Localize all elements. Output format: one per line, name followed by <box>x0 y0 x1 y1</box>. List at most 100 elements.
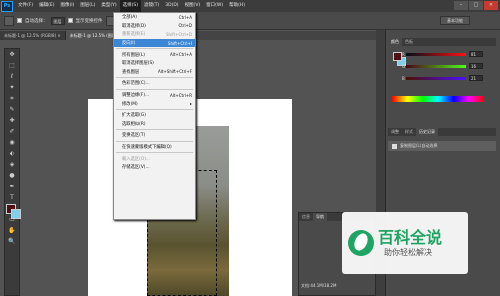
select-menu-item-5[interactable]: 所有图层(L) Alt+Ctrl+A <box>114 50 195 59</box>
menu-item-label: 在快速蒙版模式下编辑(Q) <box>122 145 172 151</box>
menu-3[interactable]: 图层(L) <box>77 0 98 12</box>
watermark-title: 百科全说 <box>378 227 443 247</box>
menu-9[interactable]: 窗口(W) <box>203 0 226 12</box>
color-spectrum[interactable] <box>392 96 484 102</box>
select-menu-item-19[interactable]: 在快速蒙版模式下编辑(Q) <box>114 143 195 152</box>
tab-history[interactable]: 历史记录 <box>416 128 438 136</box>
menu-item-label: 扩大选取(G) <box>122 113 146 119</box>
maximize-button[interactable]: □ <box>469 1 483 10</box>
watermark: 百科全说 助你轻松解决 <box>342 212 468 274</box>
tool-16-icon[interactable]: ✋ <box>5 225 19 236</box>
tab-info[interactable]: 信息 <box>299 213 313 221</box>
menu-item-label: 调整边缘(F)... <box>122 93 150 99</box>
tool-17-icon[interactable]: 🔍 <box>5 236 19 247</box>
tool-7-icon[interactable]: ✐ <box>5 126 19 137</box>
tab-color[interactable]: 颜色 <box>388 38 402 46</box>
workspace-switcher[interactable]: 基本功能 <box>440 16 470 25</box>
tool-13-icon[interactable]: T <box>5 192 19 203</box>
channel-g-value[interactable]: 16 <box>469 63 483 69</box>
tab-navigator[interactable]: 导航 <box>313 213 327 221</box>
menu-10[interactable]: 帮助(H) <box>226 0 248 12</box>
select-menu-item-17[interactable]: 变换选区(T) <box>114 131 195 140</box>
menu-item-label: 全部(A) <box>122 15 137 21</box>
menu-separator <box>116 88 193 90</box>
document-size-readout: 文档:44.1M/38.2M <box>301 283 337 288</box>
select-menu-item-21: 载入选区(O)... <box>114 154 195 163</box>
menu-item-shortcut: Shift+Ctrl+D <box>166 31 192 37</box>
auto-select-dropdown[interactable]: 图层 <box>50 16 65 25</box>
select-menu-item-14[interactable]: 扩大选取(G) <box>114 111 195 120</box>
menu-separator <box>116 48 193 50</box>
select-menu-item-0[interactable]: 全部(A) Ctrl+A <box>114 13 195 22</box>
channel-b-value[interactable]: 21 <box>469 75 483 81</box>
tab-styles[interactable]: 样式 <box>402 128 416 136</box>
select-menu-item-1[interactable]: 取消选择(D) Ctrl+D <box>114 22 195 31</box>
menu-item-label: 色彩范围(C)... <box>122 81 150 87</box>
auto-select-label: 自动选择： <box>25 18 48 24</box>
menu-separator <box>116 140 193 142</box>
tab-swatches[interactable]: 色板 <box>402 38 416 46</box>
select-menu-item-6[interactable]: 取消选择图层(S) <box>114 59 195 68</box>
menu-separator <box>116 152 193 154</box>
show-transform-checkbox[interactable] <box>67 18 73 23</box>
background-color-swatch[interactable] <box>11 209 21 219</box>
menu-item-shortcut: Ctrl+A <box>178 14 192 20</box>
menu-item-shortcut: Alt+Ctrl+A <box>170 52 192 58</box>
select-menu-dropdown: 全部(A) Ctrl+A 取消选择(D) Ctrl+D 重新选择(E) Shift+Ctr… <box>113 12 196 220</box>
menu-7[interactable]: 3D(D) <box>162 0 181 12</box>
menu-1[interactable]: 编辑(E) <box>36 0 57 12</box>
tool-12-icon[interactable]: ✒ <box>5 181 19 192</box>
auto-select-checkbox[interactable] <box>17 18 22 23</box>
tool-4-icon[interactable]: ⌗ <box>5 93 19 104</box>
tool-0-icon[interactable]: ✥ <box>5 49 19 60</box>
minimize-button[interactable]: – <box>454 1 468 10</box>
tool-10-icon[interactable]: ◈ <box>5 159 19 170</box>
select-menu-item-3[interactable]: 反向(I) Shift+Ctrl+I <box>114 38 195 48</box>
menu-item-label: 选取相似(R) <box>122 121 146 127</box>
select-menu-item-15[interactable]: 选取相似(R) <box>114 120 195 129</box>
select-menu-item-9[interactable]: 色彩范围(C)... <box>114 79 195 88</box>
channel-b-label: B <box>402 76 405 81</box>
menu-item-shortcut: Alt+Shift+Ctrl+F <box>158 69 192 75</box>
channel-r-value[interactable]: 81 <box>469 51 483 57</box>
menu-item-label: 反向(I) <box>122 41 136 47</box>
tool-2-icon[interactable]: ℓ <box>5 71 19 82</box>
history-step[interactable]: 复制图层(L)自动选择 <box>388 141 496 151</box>
tool-9-icon[interactable]: ⬖ <box>5 148 19 159</box>
tool-6-icon[interactable]: ✚ <box>5 115 19 126</box>
select-menu-item-2: 重新选择(E) Shift+Ctrl+D <box>114 30 195 39</box>
document-tab-1[interactable]: 未标题-1 @ 12.5% (RGB/8) × <box>0 31 66 40</box>
panel-foreground-swatch[interactable] <box>393 52 402 61</box>
channel-r-slider[interactable] <box>406 53 466 56</box>
channel-b-slider[interactable] <box>406 77 466 80</box>
menu-8[interactable]: 视图(V) <box>182 0 204 12</box>
watermark-subtitle: 助你轻松解决 <box>384 247 432 257</box>
menu-separator <box>116 77 193 79</box>
tool-8-icon[interactable]: ◉ <box>5 137 19 148</box>
menu-5[interactable]: 选择(S) <box>119 0 141 12</box>
menu-separator <box>116 108 193 110</box>
menu-4[interactable]: 类型(Y) <box>98 0 119 12</box>
history-step-icon <box>392 143 397 149</box>
tool-3-icon[interactable]: ✦ <box>5 82 19 93</box>
channel-g-slider[interactable] <box>406 65 466 68</box>
move-tool-preset-button[interactable] <box>4 15 14 26</box>
select-menu-item-7[interactable]: 查找图层 Alt+Shift+Ctrl+F <box>114 68 195 77</box>
menu-item-label: 修改(M) <box>122 101 138 107</box>
tool-1-icon[interactable]: ⬚ <box>5 60 19 71</box>
select-menu-item-12[interactable]: 修改(M) ▸ <box>114 99 195 108</box>
menu-0[interactable]: 文件(F) <box>15 0 36 12</box>
leaf-logo-icon <box>348 230 374 256</box>
close-button[interactable]: ✕ <box>484 1 498 10</box>
menu-item-label: 载入选区(O)... <box>122 156 151 162</box>
menu-6[interactable]: 滤镜(T) <box>141 0 162 12</box>
tool-11-icon[interactable]: ● <box>5 170 19 181</box>
select-menu-item-22[interactable]: 存储选区(V)... <box>114 163 195 172</box>
menu-bar: Ps 文件(F) 编辑(E) 图像(I) 图层(L) 类型(Y) 选择(S) 滤镜(T) 3D… <box>0 0 500 12</box>
history-panel: 调整 样式 历史记录 复制图层(L)自动选择 <box>388 128 496 168</box>
tool-5-icon[interactable]: ✎ <box>5 104 19 115</box>
tab-adjustments[interactable]: 调整 <box>388 128 402 136</box>
menu-2[interactable]: 图像(I) <box>57 0 77 12</box>
menu-item-shortcut: Ctrl+D <box>178 23 192 29</box>
select-menu-item-11[interactable]: 调整边缘(F)... Alt+Ctrl+R <box>114 91 195 100</box>
